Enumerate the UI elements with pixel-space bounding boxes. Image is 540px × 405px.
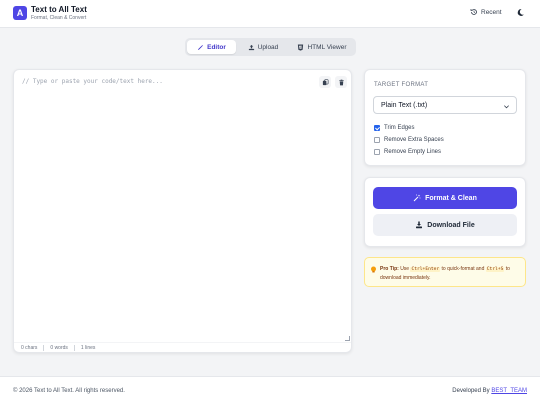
trim-edges-option[interactable]: Trim Edges bbox=[374, 125, 414, 131]
app-header: A Text to All Text Format, Clean & Conve… bbox=[0, 0, 540, 28]
target-format-label: TARGET FORMAT bbox=[374, 82, 429, 88]
remove-extra-spaces-option[interactable]: Remove Extra Spaces bbox=[374, 137, 444, 143]
html5-icon bbox=[298, 43, 304, 51]
remove-empty-lines-checkbox[interactable] bbox=[374, 149, 380, 155]
team-link[interactable]: BEST_TEAM bbox=[491, 388, 527, 394]
copy-icon bbox=[322, 78, 328, 85]
chevron-down-icon bbox=[504, 105, 509, 109]
app-title: Text to All Text bbox=[31, 5, 87, 14]
word-count: 0 words bbox=[50, 345, 68, 351]
tab-upload[interactable]: Upload bbox=[240, 40, 286, 54]
trim-edges-checkbox[interactable] bbox=[374, 125, 380, 131]
editor-textarea[interactable]: // Type or paste your code/text here... bbox=[22, 78, 163, 85]
app-logo: A bbox=[13, 6, 27, 20]
clear-button[interactable] bbox=[335, 76, 347, 88]
pro-tip-box: Pro Tip: Use Ctrl+Enter to quick-format … bbox=[364, 257, 526, 287]
trim-edges-label: Trim Edges bbox=[384, 125, 415, 131]
editor-panel: // Type or paste your code/text here... … bbox=[13, 69, 352, 353]
remove-extra-spaces-checkbox[interactable] bbox=[374, 137, 380, 143]
tab-html-label: HTML Viewer bbox=[307, 43, 347, 51]
remove-empty-lines-option[interactable]: Remove Empty Lines bbox=[374, 149, 441, 155]
download-icon bbox=[416, 221, 423, 229]
pro-tip-title: Pro Tip: bbox=[380, 266, 399, 272]
remove-empty-lines-label: Remove Empty Lines bbox=[384, 149, 442, 155]
tab-upload-label: Upload bbox=[257, 43, 279, 51]
page-footer: © 2026 Text to All Text. All rights rese… bbox=[0, 376, 540, 405]
upload-icon bbox=[248, 44, 254, 50]
lightbulb-icon bbox=[371, 266, 376, 273]
developer-credit: Developed By BEST_TEAM bbox=[452, 388, 527, 394]
line-count: 1 lines bbox=[80, 345, 96, 351]
download-file-button[interactable]: Download File bbox=[373, 214, 517, 236]
tab-html-viewer[interactable]: HTML Viewer bbox=[291, 40, 353, 54]
char-count: 0 chars bbox=[21, 345, 38, 351]
format-select-value: Plain Text (.txt) bbox=[381, 101, 428, 109]
editor-status-bar: 0 chars 0 words 1 lines bbox=[14, 342, 351, 353]
magic-wand-icon bbox=[413, 194, 421, 202]
status-divider bbox=[73, 345, 75, 351]
pro-tip-text-1: Use bbox=[400, 266, 410, 272]
format-clean-label: Format & Clean bbox=[425, 194, 477, 202]
shortcut-download-key: Ctrl+S bbox=[485, 267, 505, 272]
download-file-label: Download File bbox=[427, 221, 475, 229]
copyright-text: © 2026 Text to All Text. All rights rese… bbox=[13, 388, 125, 394]
remove-extra-spaces-label: Remove Extra Spaces bbox=[384, 137, 444, 143]
status-divider bbox=[43, 345, 45, 351]
view-tabs: Editor Upload HTML Viewer bbox=[185, 38, 356, 56]
actions-card: Format & Clean Download File bbox=[364, 177, 526, 247]
pro-tip-text-2: to quick-format and bbox=[441, 266, 485, 272]
developed-by-label: Developed By bbox=[452, 388, 490, 394]
tab-editor[interactable]: Editor bbox=[187, 40, 236, 54]
shortcut-format-key: Ctrl+Enter bbox=[410, 267, 441, 272]
moon-icon[interactable] bbox=[516, 8, 525, 17]
format-clean-button[interactable]: Format & Clean bbox=[373, 187, 517, 209]
tab-editor-label: Editor bbox=[207, 43, 226, 51]
app-subtitle: Format, Clean & Convert bbox=[31, 15, 87, 21]
target-format-card: TARGET FORMAT Plain Text (.txt) Trim Edg… bbox=[364, 69, 526, 166]
pro-tip-text: Pro Tip: Use Ctrl+Enter to quick-format … bbox=[380, 265, 522, 282]
trash-icon bbox=[338, 79, 344, 85]
copy-button[interactable] bbox=[319, 76, 331, 88]
recent-button[interactable]: Recent bbox=[470, 8, 502, 16]
recent-label: Recent bbox=[481, 8, 502, 16]
history-icon bbox=[470, 9, 477, 15]
wand-icon bbox=[198, 44, 204, 50]
resize-handle[interactable] bbox=[345, 336, 350, 341]
format-select[interactable]: Plain Text (.txt) bbox=[373, 96, 517, 114]
